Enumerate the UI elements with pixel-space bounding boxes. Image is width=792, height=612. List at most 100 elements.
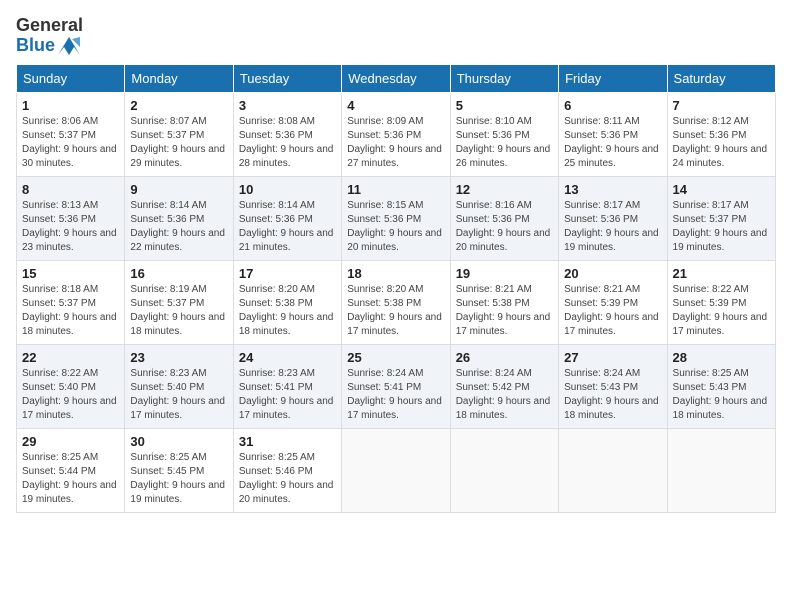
day-info: Sunrise: 8:21 AM Sunset: 5:38 PM Dayligh… [456, 283, 553, 339]
sunset-label: Sunset: 5:36 PM [239, 130, 313, 141]
day-number: 2 [130, 98, 227, 113]
day-info: Sunrise: 8:19 AM Sunset: 5:37 PM Dayligh… [130, 283, 227, 339]
day-info: Sunrise: 8:21 AM Sunset: 5:39 PM Dayligh… [564, 283, 661, 339]
day-info: Sunrise: 8:09 AM Sunset: 5:36 PM Dayligh… [347, 115, 444, 171]
sunset-label: Sunset: 5:41 PM [239, 382, 313, 393]
sunset-label: Sunset: 5:46 PM [239, 466, 313, 477]
daylight-label: Daylight: 9 hours and 21 minutes. [239, 228, 334, 253]
calendar-cell: 30 Sunrise: 8:25 AM Sunset: 5:45 PM Dayl… [125, 428, 233, 512]
calendar-cell: 26 Sunrise: 8:24 AM Sunset: 5:42 PM Dayl… [450, 344, 558, 428]
calendar-cell: 6 Sunrise: 8:11 AM Sunset: 5:36 PM Dayli… [559, 92, 667, 176]
sunset-label: Sunset: 5:37 PM [130, 130, 204, 141]
calendar-cell: 10 Sunrise: 8:14 AM Sunset: 5:36 PM Dayl… [233, 176, 341, 260]
calendar-cell: 11 Sunrise: 8:15 AM Sunset: 5:36 PM Dayl… [342, 176, 450, 260]
sunset-label: Sunset: 5:36 PM [347, 130, 421, 141]
calendar-cell: 4 Sunrise: 8:09 AM Sunset: 5:36 PM Dayli… [342, 92, 450, 176]
daylight-label: Daylight: 9 hours and 29 minutes. [130, 144, 225, 169]
day-info: Sunrise: 8:23 AM Sunset: 5:40 PM Dayligh… [130, 367, 227, 423]
day-number: 22 [22, 350, 119, 365]
calendar-cell [667, 428, 775, 512]
sunset-label: Sunset: 5:36 PM [456, 130, 530, 141]
daylight-label: Daylight: 9 hours and 17 minutes. [347, 396, 442, 421]
sunrise-label: Sunrise: 8:25 AM [130, 452, 206, 463]
day-number: 20 [564, 266, 661, 281]
daylight-label: Daylight: 9 hours and 28 minutes. [239, 144, 334, 169]
day-number: 21 [673, 266, 770, 281]
calendar-cell: 9 Sunrise: 8:14 AM Sunset: 5:36 PM Dayli… [125, 176, 233, 260]
daylight-label: Daylight: 9 hours and 24 minutes. [673, 144, 768, 169]
day-info: Sunrise: 8:13 AM Sunset: 5:36 PM Dayligh… [22, 199, 119, 255]
sunrise-label: Sunrise: 8:11 AM [564, 116, 639, 127]
day-number: 8 [22, 182, 119, 197]
sunrise-label: Sunrise: 8:09 AM [347, 116, 423, 127]
calendar-cell: 13 Sunrise: 8:17 AM Sunset: 5:36 PM Dayl… [559, 176, 667, 260]
day-number: 15 [22, 266, 119, 281]
daylight-label: Daylight: 9 hours and 18 minutes. [239, 312, 334, 337]
day-info: Sunrise: 8:20 AM Sunset: 5:38 PM Dayligh… [347, 283, 444, 339]
sunrise-label: Sunrise: 8:17 AM [673, 200, 749, 211]
week-row-3: 15 Sunrise: 8:18 AM Sunset: 5:37 PM Dayl… [17, 260, 776, 344]
daylight-label: Daylight: 9 hours and 20 minutes. [347, 228, 442, 253]
sunrise-label: Sunrise: 8:20 AM [347, 284, 423, 295]
page-header: General Blue [16, 16, 776, 56]
sunset-label: Sunset: 5:39 PM [564, 298, 638, 309]
daylight-label: Daylight: 9 hours and 17 minutes. [347, 312, 442, 337]
day-number: 6 [564, 98, 661, 113]
daylight-label: Daylight: 9 hours and 18 minutes. [22, 312, 117, 337]
logo-general: General [16, 16, 83, 36]
calendar-cell: 12 Sunrise: 8:16 AM Sunset: 5:36 PM Dayl… [450, 176, 558, 260]
sunrise-label: Sunrise: 8:17 AM [564, 200, 640, 211]
weekday-header-row: SundayMondayTuesdayWednesdayThursdayFrid… [17, 64, 776, 92]
day-info: Sunrise: 8:25 AM Sunset: 5:46 PM Dayligh… [239, 451, 336, 507]
logo-blue: Blue [16, 36, 83, 56]
weekday-header-tuesday: Tuesday [233, 64, 341, 92]
sunrise-label: Sunrise: 8:25 AM [239, 452, 315, 463]
calendar-cell [450, 428, 558, 512]
day-number: 10 [239, 182, 336, 197]
daylight-label: Daylight: 9 hours and 17 minutes. [239, 396, 334, 421]
day-info: Sunrise: 8:10 AM Sunset: 5:36 PM Dayligh… [456, 115, 553, 171]
day-number: 14 [673, 182, 770, 197]
weekday-header-sunday: Sunday [17, 64, 125, 92]
calendar-cell: 31 Sunrise: 8:25 AM Sunset: 5:46 PM Dayl… [233, 428, 341, 512]
daylight-label: Daylight: 9 hours and 17 minutes. [22, 396, 117, 421]
sunset-label: Sunset: 5:36 PM [239, 214, 313, 225]
day-number: 16 [130, 266, 227, 281]
day-number: 23 [130, 350, 227, 365]
daylight-label: Daylight: 9 hours and 18 minutes. [673, 396, 768, 421]
sunset-label: Sunset: 5:43 PM [564, 382, 638, 393]
day-number: 28 [673, 350, 770, 365]
weekday-header-saturday: Saturday [667, 64, 775, 92]
daylight-label: Daylight: 9 hours and 19 minutes. [564, 228, 659, 253]
sunrise-label: Sunrise: 8:24 AM [456, 368, 532, 379]
sunset-label: Sunset: 5:36 PM [22, 214, 96, 225]
day-info: Sunrise: 8:24 AM Sunset: 5:41 PM Dayligh… [347, 367, 444, 423]
day-info: Sunrise: 8:18 AM Sunset: 5:37 PM Dayligh… [22, 283, 119, 339]
calendar-cell: 23 Sunrise: 8:23 AM Sunset: 5:40 PM Dayl… [125, 344, 233, 428]
day-info: Sunrise: 8:22 AM Sunset: 5:39 PM Dayligh… [673, 283, 770, 339]
day-info: Sunrise: 8:17 AM Sunset: 5:37 PM Dayligh… [673, 199, 770, 255]
sunrise-label: Sunrise: 8:18 AM [22, 284, 98, 295]
sunrise-label: Sunrise: 8:10 AM [456, 116, 532, 127]
sunrise-label: Sunrise: 8:08 AM [239, 116, 315, 127]
day-number: 17 [239, 266, 336, 281]
day-number: 13 [564, 182, 661, 197]
sunrise-label: Sunrise: 8:22 AM [673, 284, 749, 295]
daylight-label: Daylight: 9 hours and 17 minutes. [130, 396, 225, 421]
sunset-label: Sunset: 5:37 PM [22, 298, 96, 309]
sunset-label: Sunset: 5:37 PM [673, 214, 747, 225]
day-number: 4 [347, 98, 444, 113]
day-number: 26 [456, 350, 553, 365]
calendar-cell: 27 Sunrise: 8:24 AM Sunset: 5:43 PM Dayl… [559, 344, 667, 428]
daylight-label: Daylight: 9 hours and 19 minutes. [130, 480, 225, 505]
sunset-label: Sunset: 5:36 PM [564, 214, 638, 225]
sunrise-label: Sunrise: 8:24 AM [347, 368, 423, 379]
week-row-2: 8 Sunrise: 8:13 AM Sunset: 5:36 PM Dayli… [17, 176, 776, 260]
sunrise-label: Sunrise: 8:12 AM [673, 116, 749, 127]
sunrise-label: Sunrise: 8:24 AM [564, 368, 640, 379]
sunset-label: Sunset: 5:43 PM [673, 382, 747, 393]
week-row-4: 22 Sunrise: 8:22 AM Sunset: 5:40 PM Dayl… [17, 344, 776, 428]
week-row-1: 1 Sunrise: 8:06 AM Sunset: 5:37 PM Dayli… [17, 92, 776, 176]
day-number: 12 [456, 182, 553, 197]
day-info: Sunrise: 8:12 AM Sunset: 5:36 PM Dayligh… [673, 115, 770, 171]
